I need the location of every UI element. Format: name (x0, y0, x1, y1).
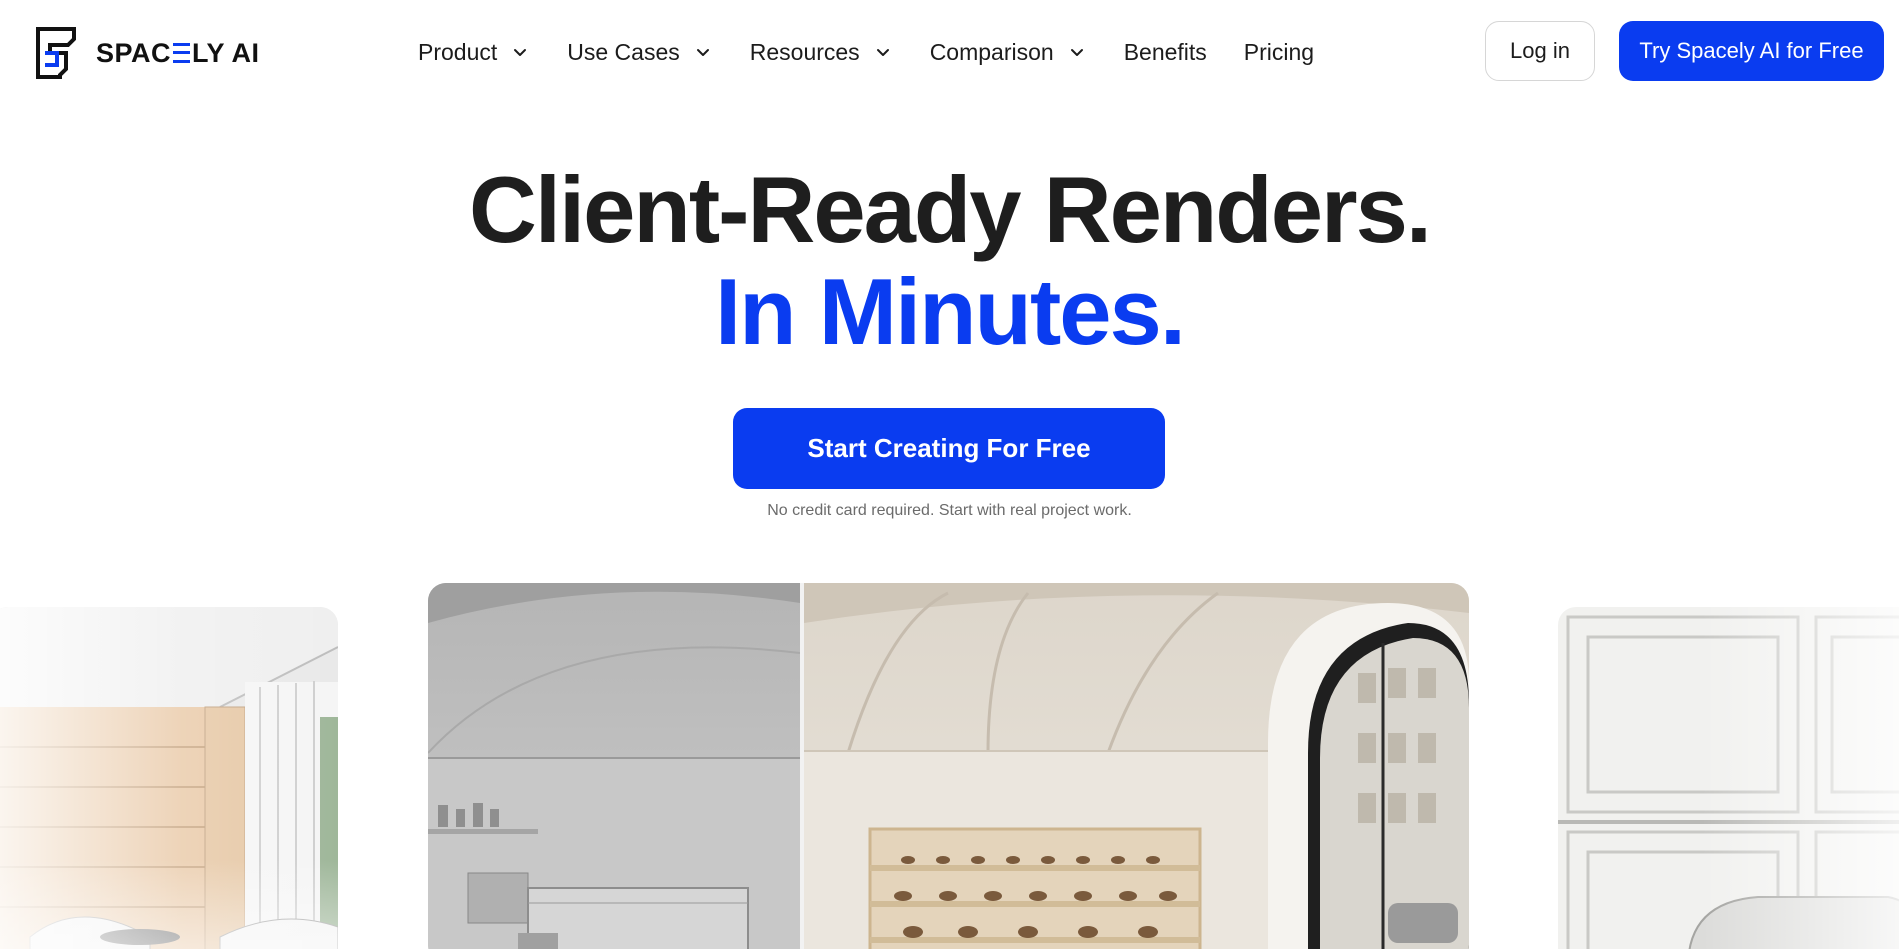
hero-title: Client-Ready Renders. (469, 157, 1432, 262)
nav-item-benefits[interactable]: Benefits (1124, 39, 1207, 66)
gallery-card-main[interactable] (428, 583, 1469, 949)
nav-item-resources[interactable]: Resources (750, 39, 892, 66)
site-header: SPAC LY AI Product Use Cases Resources C… (0, 0, 1899, 104)
logo-wordmark: SPAC LY AI (96, 38, 260, 69)
nav-item-comparison[interactable]: Comparison (930, 39, 1086, 66)
chevron-down-icon (1070, 49, 1083, 56)
nav-item-label: Use Cases (567, 38, 680, 65)
start-creating-button[interactable]: Start Creating For Free (733, 408, 1165, 489)
hero-title-accent: In Minutes. (715, 259, 1186, 364)
chevron-down-icon (696, 49, 709, 56)
logo-mark-icon (36, 27, 76, 79)
nav-item-label: Benefits (1123, 38, 1207, 65)
nav-item-label: Pricing (1243, 38, 1315, 65)
gallery-card-right[interactable] (1558, 607, 1899, 949)
bakery-render-comparison-image (428, 583, 1469, 949)
living-room-render-image (0, 607, 338, 949)
gallery-card-left[interactable] (0, 607, 338, 949)
logo-e-mark (173, 43, 191, 63)
nav-item-pricing[interactable]: Pricing (1244, 39, 1314, 66)
try-free-button[interactable]: Try Spacely AI for Free (1619, 21, 1884, 81)
nav-item-use-cases[interactable]: Use Cases (567, 39, 711, 66)
spacely-logo[interactable]: SPAC LY AI (34, 25, 260, 81)
nav-item-label: Product (418, 38, 498, 65)
logo-text-suffix: LY AI (192, 37, 260, 68)
chevron-down-icon (876, 49, 889, 56)
cta-note: No credit card required. Start with real… (767, 502, 1132, 519)
paneled-room-render-image (1558, 607, 1899, 949)
nav-item-label: Resources (749, 38, 860, 65)
nav-item-label: Comparison (929, 38, 1054, 65)
nav-item-product[interactable]: Product (418, 39, 529, 66)
main-nav: Product Use Cases Resources Comparison B… (418, 30, 1314, 74)
chevron-down-icon (514, 49, 527, 56)
logo-text-prefix: SPAC (96, 37, 172, 68)
comparison-slider-handle[interactable] (800, 583, 804, 949)
login-button[interactable]: Log in (1485, 21, 1595, 81)
